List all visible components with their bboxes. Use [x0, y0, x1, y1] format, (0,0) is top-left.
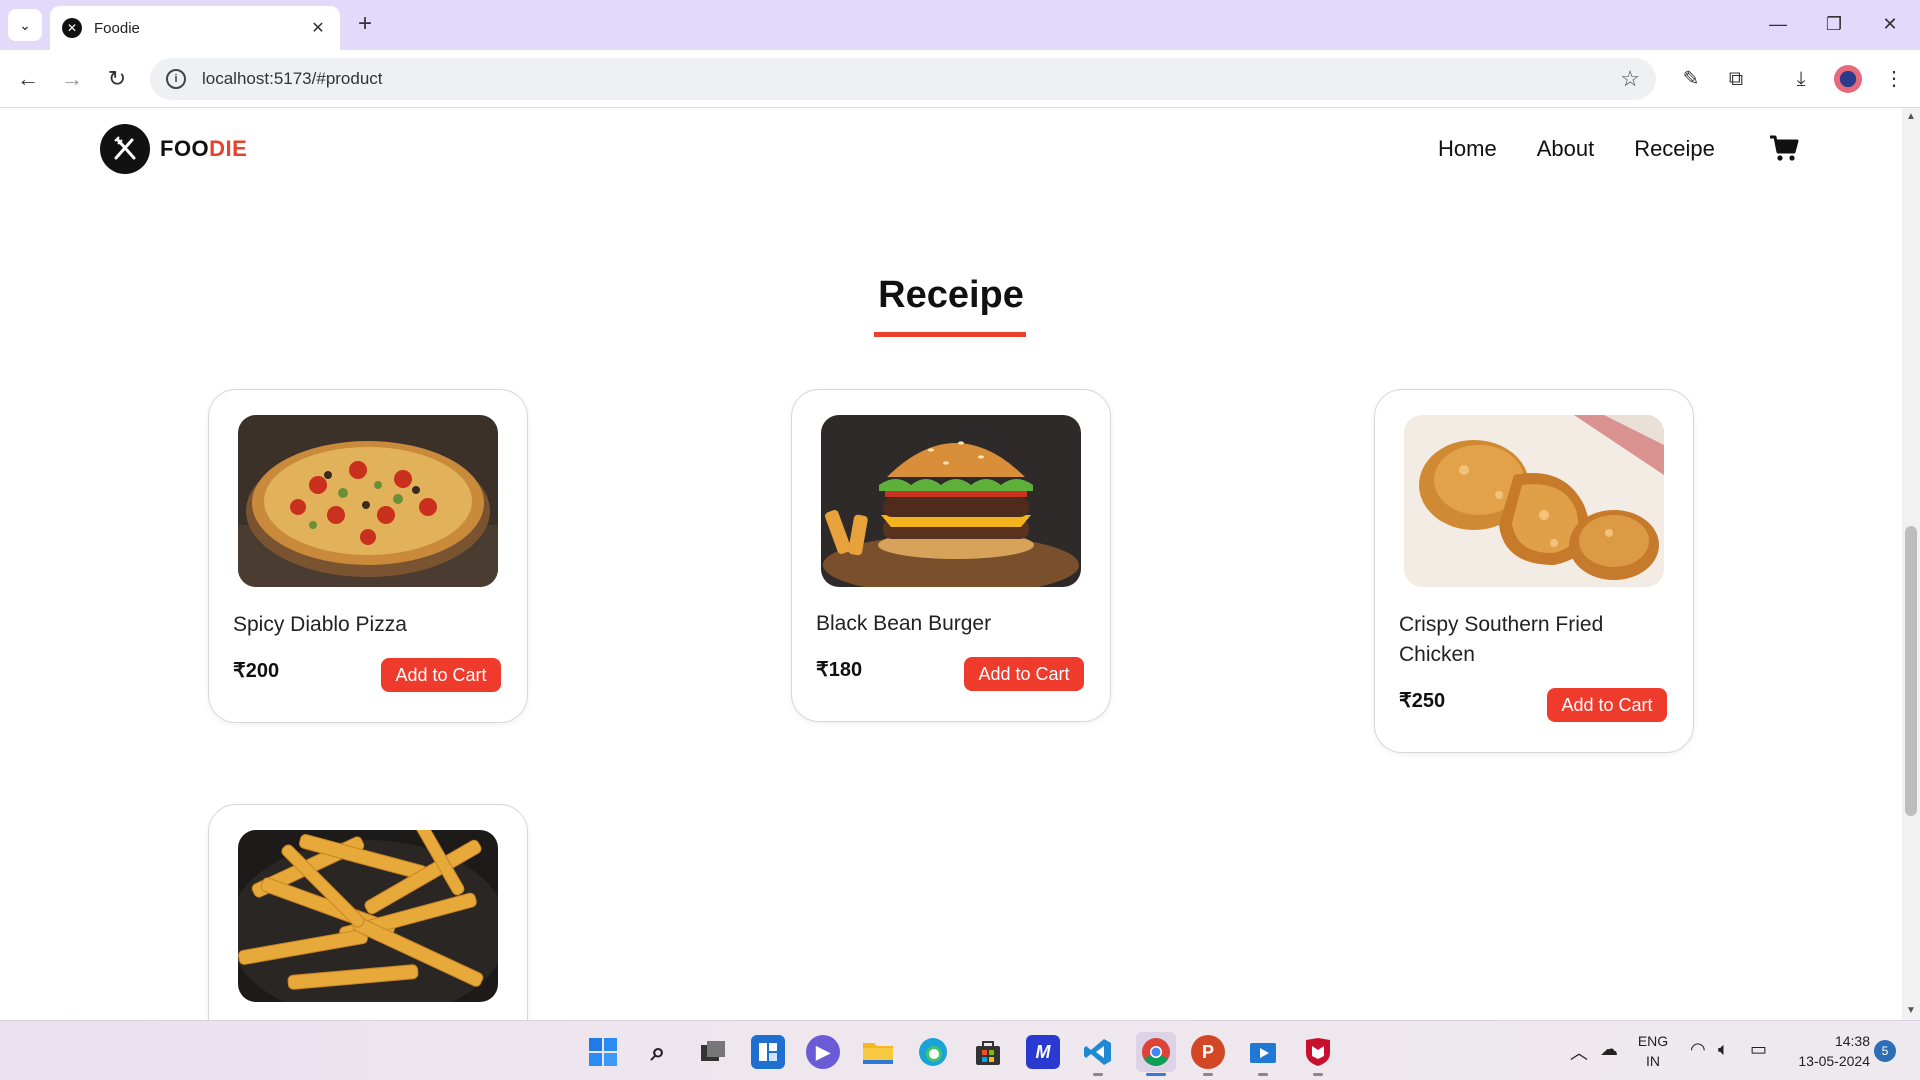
widgets-icon[interactable] [751, 1035, 785, 1069]
add-to-cart-button[interactable]: Add to Cart [964, 657, 1084, 691]
section-title: Receipe [878, 274, 1024, 316]
site-logo[interactable]: FOO DIE [100, 124, 247, 174]
url-text[interactable]: localhost:5173/#product [202, 69, 1620, 89]
nav-receipe-link[interactable]: Receipe [1634, 136, 1715, 162]
fork-knife-icon [100, 124, 150, 174]
product-name: Black Bean Burger [816, 612, 992, 635]
minimize-icon[interactable]: — [1750, 8, 1806, 40]
address-toolbar: ← → ↻ i localhost:5173/#product ☆ ✎ ⧉ ⤓ … [0, 50, 1920, 108]
profile-avatar[interactable] [1834, 65, 1862, 93]
product-price: ₹200 [233, 660, 280, 682]
chrome-active-indicator [1146, 1073, 1166, 1076]
forward-icon[interactable]: → [56, 63, 88, 95]
product-card: Spicy Diablo Pizza ₹200 Add to Cart [208, 389, 528, 723]
battery-icon[interactable]: ▭ [1750, 1039, 1767, 1060]
foodie-favicon-icon: ✕ [62, 18, 82, 38]
logo-text-die: DIE [209, 136, 248, 161]
title-underline [874, 332, 1026, 337]
page-scrollbar[interactable]: ▲ ▼ [1902, 108, 1920, 1020]
vscode-running-indicator [1093, 1073, 1103, 1076]
mcafee-icon[interactable] [1301, 1035, 1335, 1069]
new-tab-icon[interactable]: + [352, 12, 378, 38]
language-code[interactable]: ENG [1636, 1033, 1670, 1049]
search-icon[interactable]: ⌕ [641, 1035, 675, 1069]
vscode-icon[interactable] [1081, 1035, 1115, 1069]
window-close-icon[interactable]: ✕ [1862, 8, 1918, 40]
scroll-up-icon[interactable]: ▲ [1902, 108, 1920, 126]
windows-taskbar: ⌕ ▶ M P ︿ ☁ ENG IN ◠ 🔈︎ ▭ 14:38 13-05-20… [0, 1020, 1920, 1080]
product-price: ₹180 [816, 659, 863, 681]
browser-tab-bar: ⌄ ✕ Foodie ✕ + — ❐ ✕ [0, 0, 1920, 50]
language-region[interactable]: IN [1636, 1053, 1670, 1069]
nav-home-link[interactable]: Home [1438, 136, 1497, 162]
mcafee-running-indicator [1313, 1073, 1323, 1076]
eyedropper-extension-icon[interactable]: ✎ [1675, 63, 1707, 95]
browser-menu-icon[interactable]: ⋮ [1878, 63, 1910, 95]
notification-count-badge[interactable]: 5 [1874, 1040, 1896, 1062]
math-app-icon[interactable]: M [1026, 1035, 1060, 1069]
product-name: Spicy Diablo Pizza [233, 613, 407, 636]
reload-icon[interactable]: ↻ [101, 63, 133, 95]
onedrive-icon[interactable]: ☁ [1600, 1039, 1618, 1060]
extensions-puzzle-icon[interactable]: ⧉ [1720, 63, 1752, 95]
edge-browser-icon[interactable] [916, 1035, 950, 1069]
fries-image [238, 830, 498, 1002]
product-card [208, 804, 528, 1020]
video-player-icon[interactable] [1246, 1035, 1280, 1069]
powerpoint-running-indicator [1203, 1073, 1213, 1076]
restore-icon[interactable]: ❐ [1806, 8, 1862, 40]
chrome-icon[interactable] [1136, 1032, 1176, 1072]
teams-chat-icon[interactable]: ▶ [806, 1035, 840, 1069]
product-card: Crispy Southern Fried Chicken ₹250 Add t… [1374, 389, 1694, 753]
cart-icon[interactable] [1768, 132, 1800, 164]
scrollbar-thumb[interactable] [1905, 526, 1917, 816]
clock-date[interactable]: 13-05-2024 [1780, 1053, 1870, 1069]
bookmark-star-icon[interactable]: ☆ [1620, 66, 1640, 92]
logo-text-foo: FOO [160, 136, 210, 161]
tab-search-dropdown-icon[interactable]: ⌄ [8, 9, 42, 41]
product-price: ₹250 [1399, 690, 1446, 712]
burger-image [821, 415, 1081, 587]
fried-chicken-image [1404, 415, 1664, 587]
task-view-icon[interactable] [696, 1035, 730, 1069]
tab-close-icon[interactable]: ✕ [308, 18, 328, 38]
volume-icon[interactable]: 🔈︎ [1718, 1039, 1729, 1060]
url-omnibox[interactable]: i localhost:5173/#product ☆ [150, 58, 1656, 100]
scroll-down-icon[interactable]: ▼ [1902, 1002, 1920, 1020]
add-to-cart-button[interactable]: Add to Cart [381, 658, 501, 692]
page-viewport: FOO DIE Home About Receipe Receipe Spicy… [0, 108, 1902, 1020]
download-icon[interactable]: ⤓ [1785, 63, 1817, 95]
windows-start-icon[interactable] [586, 1035, 620, 1069]
tab-title: Foodie [94, 19, 140, 37]
powerpoint-icon[interactable]: P [1191, 1035, 1225, 1069]
back-icon[interactable]: ← [12, 63, 44, 95]
pizza-image [238, 415, 498, 587]
file-explorer-icon[interactable] [861, 1035, 895, 1069]
video-running-indicator [1258, 1073, 1268, 1076]
wifi-icon[interactable]: ◠ [1690, 1039, 1706, 1060]
site-header: FOO DIE Home About Receipe [0, 108, 1902, 192]
product-name: Crispy Southern Fried Chicken [1399, 613, 1604, 666]
site-info-icon[interactable]: i [166, 69, 186, 89]
add-to-cart-button[interactable]: Add to Cart [1547, 688, 1667, 722]
nav-about-link[interactable]: About [1537, 136, 1595, 162]
clock-time[interactable]: 14:38 [1780, 1033, 1870, 1049]
main-nav: Home About Receipe [1438, 136, 1755, 162]
product-card: Black Bean Burger ₹180 Add to Cart [791, 389, 1111, 722]
browser-tab[interactable]: ✕ Foodie ✕ [50, 6, 340, 50]
show-hidden-icons-chevron-icon[interactable]: ︿ [1570, 1039, 1588, 1065]
microsoft-store-icon[interactable] [971, 1035, 1005, 1069]
